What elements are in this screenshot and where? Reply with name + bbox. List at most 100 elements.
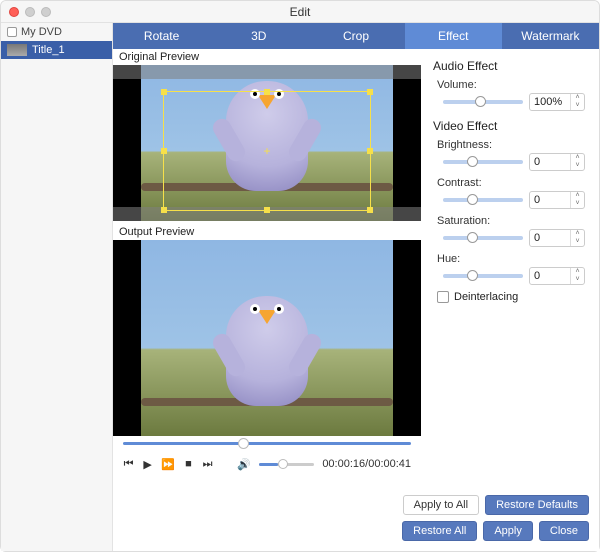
checkbox-icon[interactable] — [7, 27, 17, 37]
saturation-row: Saturation: 0 ˄˅ — [433, 215, 587, 247]
sidebar-root-label: My DVD — [21, 26, 62, 38]
video-frame — [141, 240, 393, 436]
tab-rotate[interactable]: Rotate — [113, 23, 210, 49]
sidebar: My DVD Title_1 — [1, 23, 113, 551]
apply-to-all-button[interactable]: Apply to All — [403, 495, 479, 515]
contrast-label: Contrast: — [437, 177, 587, 189]
step-up-icon[interactable]: ˄ — [571, 154, 584, 162]
crop-rectangle[interactable]: + — [163, 91, 371, 211]
step-down-icon[interactable]: ˅ — [571, 200, 584, 208]
crop-handle[interactable] — [367, 89, 373, 95]
brightness-field[interactable]: 0 ˄˅ — [529, 153, 585, 171]
next-frame-icon[interactable]: ⏭ — [202, 458, 213, 471]
preview-column: Original Preview — [113, 49, 421, 551]
step-up-icon[interactable]: ˄ — [571, 192, 584, 200]
volume-field[interactable]: 100% ˄˅ — [529, 93, 585, 111]
step-down-icon[interactable]: ˅ — [571, 102, 584, 110]
deinterlace-checkbox[interactable] — [437, 291, 449, 303]
tab-effect[interactable]: Effect — [405, 23, 502, 49]
timecode: 00:00:16/00:00:41 — [322, 458, 411, 470]
stop-icon[interactable]: ■ — [183, 458, 194, 470]
slider-thumb[interactable] — [467, 156, 478, 167]
sidebar-item-label: Title_1 — [32, 44, 65, 56]
restore-all-button[interactable]: Restore All — [402, 521, 477, 541]
crop-handle[interactable] — [264, 207, 270, 213]
titlebar: Edit — [1, 1, 599, 23]
volume-icon[interactable]: 🔊 — [237, 458, 251, 471]
volume-slider[interactable] — [259, 463, 315, 466]
contrast-field[interactable]: 0 ˄˅ — [529, 191, 585, 209]
sidebar-root[interactable]: My DVD — [1, 23, 112, 41]
play-icon[interactable]: ▶ — [142, 458, 153, 471]
output-preview[interactable] — [113, 240, 421, 436]
close-window-icon[interactable] — [9, 7, 19, 17]
hue-row: Hue: 0 ˄˅ — [433, 253, 587, 285]
hue-label: Hue: — [437, 253, 587, 265]
slider-thumb[interactable] — [475, 96, 486, 107]
volume-slider[interactable] — [443, 100, 523, 104]
step-up-icon[interactable]: ˄ — [571, 230, 584, 238]
tab-watermark[interactable]: Watermark — [502, 23, 599, 49]
prev-frame-icon[interactable]: ⏮ — [123, 458, 134, 471]
audio-effect-title: Audio Effect — [433, 59, 587, 73]
zoom-window-icon[interactable] — [41, 7, 51, 17]
crop-handle[interactable] — [161, 148, 167, 154]
original-preview[interactable]: + — [113, 65, 421, 221]
crop-handle[interactable] — [264, 89, 270, 95]
step-down-icon[interactable]: ˅ — [571, 276, 584, 284]
window-controls — [9, 7, 51, 17]
saturation-slider[interactable] — [443, 236, 523, 240]
saturation-field[interactable]: 0 ˄˅ — [529, 229, 585, 247]
hue-slider[interactable] — [443, 274, 523, 278]
fast-forward-icon[interactable]: ⏩ — [161, 458, 175, 471]
tab-3d[interactable]: 3D — [210, 23, 307, 49]
edit-window: Edit My DVD Title_1 Rotate 3D Crop Effec… — [0, 0, 600, 552]
progress-track[interactable] — [123, 442, 411, 445]
restore-defaults-button[interactable]: Restore Defaults — [485, 495, 589, 515]
video-effect-title: Video Effect — [433, 119, 587, 133]
contrast-slider[interactable] — [443, 198, 523, 202]
crop-handle[interactable] — [367, 207, 373, 213]
slider-thumb[interactable] — [467, 232, 478, 243]
saturation-label: Saturation: — [437, 215, 587, 227]
output-preview-label: Output Preview — [113, 224, 421, 240]
hue-field[interactable]: 0 ˄˅ — [529, 267, 585, 285]
progress-thumb[interactable] — [238, 438, 249, 449]
step-up-icon[interactable]: ˄ — [571, 268, 584, 276]
window-title: Edit — [1, 5, 599, 19]
progress-bar[interactable] — [113, 436, 421, 450]
step-down-icon[interactable]: ˅ — [571, 238, 584, 246]
bird-icon — [226, 296, 308, 406]
bottom-bar: Apply to All Restore Defaults Restore Al… — [113, 489, 599, 551]
volume-thumb[interactable] — [278, 459, 288, 469]
volume-row: Volume: 100% ˄˅ — [433, 79, 587, 111]
deinterlace-row[interactable]: Deinterlacing — [433, 291, 587, 303]
tabs: Rotate 3D Crop Effect Watermark — [113, 23, 599, 49]
crop-handle[interactable] — [161, 89, 167, 95]
main: Rotate 3D Crop Effect Watermark Original… — [113, 23, 599, 551]
content: My DVD Title_1 Rotate 3D Crop Effect Wat… — [1, 23, 599, 551]
brightness-label: Brightness: — [437, 139, 587, 151]
crop-center-icon[interactable]: + — [261, 145, 273, 157]
step-up-icon[interactable]: ˄ — [571, 94, 584, 102]
crop-handle[interactable] — [161, 207, 167, 213]
playback-controls: ⏮ ▶ ⏩ ■ ⏭ 🔊 00:00:16/00:00:41 — [113, 450, 421, 478]
apply-button[interactable]: Apply — [483, 521, 533, 541]
sidebar-item-title1[interactable]: Title_1 — [1, 41, 112, 59]
slider-thumb[interactable] — [467, 270, 478, 281]
workrow: Original Preview — [113, 49, 599, 551]
close-button[interactable]: Close — [539, 521, 589, 541]
contrast-row: Contrast: 0 ˄˅ — [433, 177, 587, 209]
step-down-icon[interactable]: ˅ — [571, 162, 584, 170]
volume-label: Volume: — [437, 79, 587, 91]
brightness-slider[interactable] — [443, 160, 523, 164]
thumbnail-icon — [7, 44, 27, 56]
crop-handle[interactable] — [367, 148, 373, 154]
slider-thumb[interactable] — [467, 194, 478, 205]
deinterlace-label: Deinterlacing — [454, 291, 518, 303]
original-preview-label: Original Preview — [113, 49, 421, 65]
effects-panel: Audio Effect Volume: 100% ˄˅ Video Effec… — [421, 49, 599, 551]
brightness-row: Brightness: 0 ˄˅ — [433, 139, 587, 171]
minimize-window-icon[interactable] — [25, 7, 35, 17]
tab-crop[interactable]: Crop — [307, 23, 404, 49]
